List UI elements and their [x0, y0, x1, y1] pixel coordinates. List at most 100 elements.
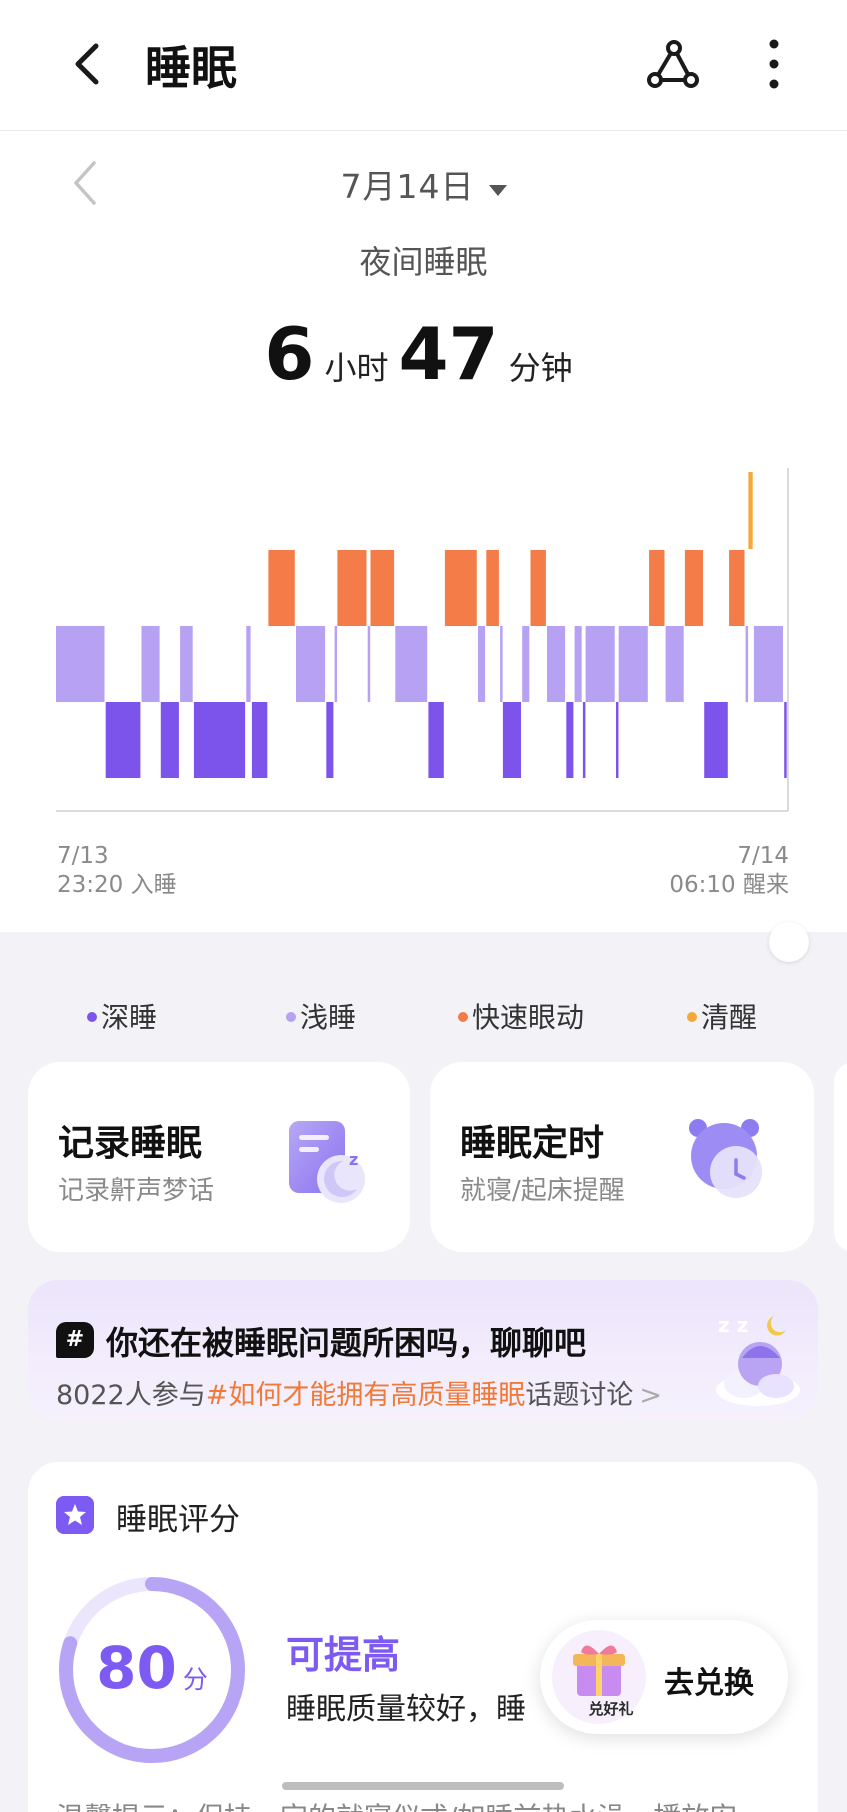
sleep-segment-light: [522, 626, 530, 702]
sleep-record-icon: z: [289, 1121, 365, 1203]
awake-dot-icon: [687, 1012, 697, 1022]
sleep-segment-deep: [582, 702, 586, 778]
score-description: 睡眠质量较好，睡: [286, 1692, 526, 1727]
hashtag-icon: #: [56, 1322, 94, 1358]
card-subtitle: 就寝/起床提醒: [460, 1176, 625, 1206]
caret-down-icon: [488, 185, 507, 196]
gift-graphic: [573, 1645, 625, 1696]
sleep-segment-light: [665, 626, 684, 702]
banner-title: 你还在被睡眠问题所困吗，聊聊吧: [106, 1324, 587, 1362]
svg-text:z: z: [349, 1150, 358, 1169]
more-vertical-icon[interactable]: [752, 34, 796, 94]
sleep-segment-deep: [251, 702, 268, 778]
sleep-segment-rem: [684, 550, 703, 626]
legend-deep: 深睡: [87, 996, 157, 1036]
sleep-segment-rem: [268, 550, 295, 626]
sleep-segment-light: [246, 626, 251, 702]
svg-text:z z: z z: [718, 1313, 748, 1337]
topic-banner[interactable]: # 你还在被睡眠问题所困吗，聊聊吧 8022人参与#如何才能拥有高质量睡眠话题讨…: [28, 1280, 818, 1420]
score-title: 睡眠评分: [116, 1502, 240, 1538]
rem-dot-icon: [458, 1012, 468, 1022]
participant-count: 8022人参与: [56, 1380, 206, 1411]
end-date: 7/14: [737, 843, 789, 869]
sleep-segment-rem: [337, 550, 367, 626]
topic-hashtag[interactable]: #如何才能拥有高质量睡眠: [206, 1380, 526, 1411]
sleep-segment-light: [395, 626, 428, 702]
sleep-segment-deep: [105, 702, 141, 778]
sleep-segment-deep: [566, 702, 574, 778]
sleep-segment-light: [56, 626, 105, 702]
legend-label: 清醒: [701, 1001, 758, 1034]
sleep-segment-rem: [444, 550, 477, 626]
page-title: 睡眠: [145, 41, 237, 95]
sleep-timer-card[interactable]: 睡眠定时 就寝/起床提醒: [430, 1062, 814, 1252]
top-bar: 睡眠: [0, 0, 847, 130]
sleep-segment-light: [585, 626, 615, 702]
sleep-segment-light: [745, 626, 749, 702]
gift-box-icon: 兑好礼: [552, 1630, 646, 1724]
star-badge-icon: [56, 1496, 94, 1534]
redeem-label: 去兑换: [664, 1666, 754, 1701]
sleep-segment-light: [180, 626, 193, 702]
card-title: 记录睡眠: [58, 1123, 203, 1164]
banner-desc-suffix: 话题讨论: [525, 1380, 634, 1411]
sleep-segment-deep: [428, 702, 444, 778]
score-unit: 分: [182, 1665, 208, 1694]
chart-end-label: 7/14 06:10 醒来: [669, 842, 789, 900]
sleep-segment-light: [296, 626, 326, 702]
chart-start-label: 7/13 23:20 入睡: [57, 842, 177, 900]
sleep-segment-rem: [370, 550, 395, 626]
sleep-segment-light: [478, 626, 486, 702]
minutes-unit: 分钟: [508, 349, 573, 387]
sleep-segment-deep: [160, 702, 179, 778]
score-level: 可提高: [286, 1633, 401, 1677]
legend-label: 浅睡: [300, 1001, 357, 1034]
tip-text: 温馨提示：保持一定的就寝仪式/如睡前热水澡、播放安: [56, 1796, 737, 1812]
banner-description: 8022人参与#如何才能拥有高质量睡眠话题讨论 >: [56, 1373, 662, 1412]
redeem-button[interactable]: 兑好礼 去兑换: [540, 1620, 788, 1734]
light-dot-icon: [286, 1012, 296, 1022]
card-title: 睡眠定时: [460, 1123, 605, 1164]
sleep-segment-light: [753, 626, 783, 702]
sleep-duration: 6 小时 47 分钟: [0, 312, 847, 396]
date-selector[interactable]: 7月14日: [0, 160, 847, 208]
sleep-segment-deep: [502, 702, 521, 778]
card-subtitle: 记录鼾声梦话: [58, 1176, 215, 1206]
sleep-segment-light: [618, 626, 648, 702]
end-time: 06:10 醒来: [669, 872, 789, 898]
gift-badge-text: 兑好礼: [588, 1700, 634, 1718]
sleep-segment-rem: [530, 550, 546, 626]
chevron-right-icon: >: [639, 1380, 662, 1411]
sleep-segment-light: [367, 626, 371, 702]
start-date: 7/13: [57, 843, 109, 869]
duration-hours: 6: [264, 312, 315, 396]
next-card-peek[interactable]: [834, 1062, 847, 1252]
sleep-segment-deep: [704, 702, 728, 778]
sleep-segment-deep: [326, 702, 334, 778]
sleep-segment-light: [547, 626, 566, 702]
chart-scrubber-handle[interactable]: [769, 922, 809, 962]
header-divider: [0, 130, 847, 131]
hours-unit: 小时: [324, 349, 389, 387]
legend-light: 浅睡: [286, 996, 356, 1036]
score-number: 80: [96, 1634, 177, 1702]
share-icon[interactable]: [643, 34, 703, 94]
legend-rem: 快速眼动: [458, 996, 584, 1036]
sleeping-moon-illustration: z z: [716, 1313, 800, 1406]
sleep-segment-rem: [649, 550, 665, 626]
sleep-stage-chart[interactable]: [56, 468, 792, 813]
start-time: 23:20 入睡: [57, 872, 177, 898]
sleep-segment-rem: [486, 550, 499, 626]
back-arrow-icon[interactable]: [60, 34, 120, 94]
sleep-segment-light: [334, 626, 338, 702]
sleep-segment-deep: [784, 702, 787, 778]
legend-label: 快速眼动: [472, 1001, 585, 1034]
sleep-type-label: 夜间睡眠: [359, 243, 488, 281]
score-value: 80 分: [56, 1634, 248, 1702]
sleep-segment-deep: [193, 702, 246, 778]
home-indicator[interactable]: [282, 1782, 564, 1790]
record-sleep-card[interactable]: 记录睡眠 记录鼾声梦话 z: [28, 1062, 410, 1252]
legend-awake: 清醒: [687, 996, 757, 1036]
sleep-segment-rem: [729, 550, 745, 626]
sleep-segment-light: [574, 626, 582, 702]
